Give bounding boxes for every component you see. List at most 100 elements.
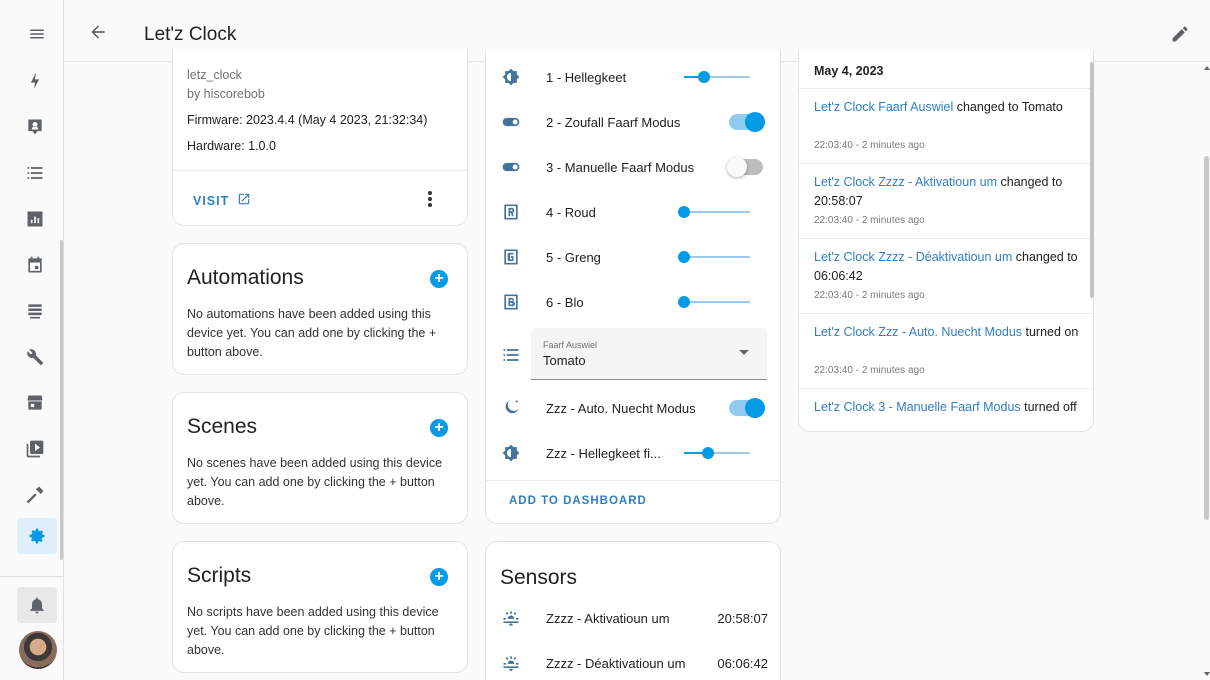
- red-slider[interactable]: [678, 206, 750, 218]
- history-icon[interactable]: [22, 206, 48, 232]
- logbook-time: 22:03:40 - 2 minutes ago: [814, 365, 925, 376]
- manual-color-toggle[interactable]: [727, 157, 763, 177]
- store-icon[interactable]: [22, 390, 48, 416]
- sidebar-scrollbar[interactable]: [60, 240, 63, 560]
- settings-icon[interactable]: [17, 518, 57, 554]
- letter-g-icon: [500, 246, 522, 268]
- brightness-icon: [500, 66, 522, 88]
- add-scene-icon[interactable]: +: [430, 419, 448, 437]
- toggle-icon: [500, 156, 522, 178]
- logbook-icon[interactable]: [22, 160, 48, 186]
- logbook-action: turned on: [1022, 325, 1079, 339]
- logbook-entity-link[interactable]: Let'z Clock Zzzz - Déaktivatioun um: [814, 250, 1012, 264]
- brightness-icon: [500, 442, 522, 464]
- logbook-entry: Let'z Clock 3 - Manuelle Faarf Modus tur…: [799, 388, 1093, 431]
- letter-b-icon: [500, 291, 522, 313]
- toggle-icon: [500, 111, 522, 133]
- dropdown-arrow-icon: [739, 350, 749, 355]
- controls-card: 1 - Hellegkeet 2 - Zoufall Faarf Modus 3…: [485, 50, 781, 524]
- sunrise-icon: [501, 608, 521, 628]
- hacs-icon[interactable]: [22, 298, 48, 324]
- sunset-icon: [501, 653, 521, 673]
- sensor-row-activation: Zzzz - Aktivatioun um 20:58:07: [486, 608, 782, 630]
- logbook-entry: Let'z Clock Zzzz - Aktivatioun um change…: [799, 163, 1093, 238]
- scripts-card: Scripts + No scripts have been added usi…: [172, 541, 468, 673]
- control-label: 6 - Blo: [546, 295, 584, 310]
- back-arrow-icon[interactable]: [88, 22, 108, 42]
- brightness-slider[interactable]: [684, 71, 750, 83]
- control-row-random-color: 2 - Zoufall Faarf Modus: [486, 107, 782, 137]
- sensor-row-deactivation: Zzzz - Déaktivatioun um 06:06:42: [486, 653, 782, 675]
- control-label: 3 - Manuelle Faarf Modus: [546, 160, 695, 175]
- random-color-toggle[interactable]: [729, 112, 765, 132]
- logbook-action: turned off: [1020, 400, 1077, 414]
- device-firmware: Firmware: 2023.4.4 (May 4 2023, 21:32:34…: [187, 113, 428, 127]
- scroll-down-arrow-icon[interactable]: [1204, 672, 1210, 676]
- control-row-night-mode: Zzz - Auto. Nuecht Modus: [486, 393, 782, 423]
- device-info-card: letz_clock by hiscorebob Firmware: 2023.…: [172, 50, 468, 226]
- automations-text: No automations have been added using thi…: [187, 307, 437, 359]
- logbook-entry: Let'z Clock Zzzz - Déaktivatioun um chan…: [799, 238, 1093, 313]
- logbook-action: changed to Tomato: [953, 100, 1063, 114]
- logbook-time: 22:03:40 - 2 minutes ago: [814, 290, 925, 301]
- sensor-label: Zzzz - Déaktivatioun um: [546, 656, 686, 671]
- wrench-icon[interactable]: [22, 344, 48, 370]
- visit-button[interactable]: VISIT: [193, 192, 251, 209]
- sensor-value: 20:58:07: [717, 611, 768, 626]
- scroll-up-arrow-icon[interactable]: [1204, 66, 1210, 70]
- night-mode-toggle[interactable]: [729, 398, 765, 418]
- logbook-entity-link[interactable]: Let'z Clock Zzzz - Aktivatioun um: [814, 175, 997, 189]
- hammer-icon[interactable]: [22, 482, 48, 508]
- page-scrollbar-thumb[interactable]: [1204, 156, 1209, 520]
- logbook-scrollbar[interactable]: [1090, 62, 1094, 298]
- control-row-manual-color: 3 - Manuelle Faarf Modus: [486, 152, 782, 182]
- logbook-date: May 4, 2023: [814, 64, 884, 78]
- scenes-card: Scenes + No scenes have been added using…: [172, 392, 468, 524]
- energy-icon[interactable]: [22, 68, 48, 94]
- logbook-card: May 4, 2023 Let'z Clock Faarf Auswiel ch…: [798, 50, 1094, 432]
- automations-title: Automations: [187, 266, 304, 289]
- sidebar-divider: [0, 576, 64, 577]
- logbook-entry: Let'z Clock Faarf Auswiel changed to Tom…: [799, 88, 1093, 163]
- device-manufacturer: by hiscorebob: [187, 87, 265, 101]
- sensor-value: 06:06:42: [717, 656, 768, 671]
- edit-pencil-icon[interactable]: [1170, 24, 1190, 44]
- scenes-text: No scenes have been added using this dev…: [187, 456, 443, 508]
- control-label: 2 - Zoufall Faarf Modus: [546, 115, 681, 130]
- logbook-entry: Let'z Clock Zzz - Auto. Nuecht Modus tur…: [799, 313, 1093, 388]
- logbook-entity-link[interactable]: Let'z Clock Faarf Auswiel: [814, 100, 953, 114]
- logbook-entity-link[interactable]: Let'z Clock 3 - Manuelle Faarf Modus: [814, 400, 1021, 414]
- control-label: Zzz - Auto. Nuecht Modus: [546, 401, 696, 416]
- logbook-time: 22:03:40 - 2 minutes ago: [814, 215, 925, 226]
- menu-icon[interactable]: [24, 24, 50, 44]
- color-select[interactable]: Faarf Auswiel Tomato: [531, 328, 767, 380]
- logbook-entity-link[interactable]: Let'z Clock Zzz - Auto. Nuecht Modus: [814, 325, 1022, 339]
- notifications-icon[interactable]: [17, 587, 57, 623]
- add-script-icon[interactable]: +: [430, 568, 448, 586]
- blue-slider[interactable]: [678, 296, 750, 308]
- divider: [173, 170, 467, 171]
- letter-r-icon: [500, 201, 522, 223]
- control-label: 5 - Greng: [546, 250, 601, 265]
- open-in-new-icon: [237, 192, 251, 209]
- control-row-red: 4 - Roud: [486, 197, 782, 227]
- green-slider[interactable]: [678, 251, 750, 263]
- control-label: 1 - Hellegkeet: [546, 70, 627, 85]
- list-icon: [500, 344, 522, 366]
- avatar[interactable]: [19, 631, 57, 669]
- visit-label: VISIT: [193, 193, 230, 208]
- control-row-night-brightness: Zzz - Hellegkeet fi...: [486, 438, 782, 468]
- select-label: Faarf Auswiel: [543, 340, 598, 350]
- map-icon[interactable]: [22, 114, 48, 140]
- control-row-blue: 6 - Blo: [486, 287, 782, 317]
- media-icon[interactable]: [22, 436, 48, 462]
- add-automation-icon[interactable]: +: [430, 270, 448, 288]
- sensor-label: Zzzz - Aktivatioun um: [546, 611, 670, 626]
- add-to-dashboard-button[interactable]: ADD TO DASHBOARD: [509, 495, 647, 507]
- night-brightness-slider[interactable]: [684, 447, 750, 459]
- control-label: Zzz - Hellegkeet fi...: [546, 446, 661, 461]
- night-icon: [500, 397, 522, 419]
- scripts-text: No scripts have been added using this de…: [187, 605, 439, 657]
- more-vert-icon[interactable]: [427, 190, 437, 208]
- calendar-icon[interactable]: [22, 252, 48, 278]
